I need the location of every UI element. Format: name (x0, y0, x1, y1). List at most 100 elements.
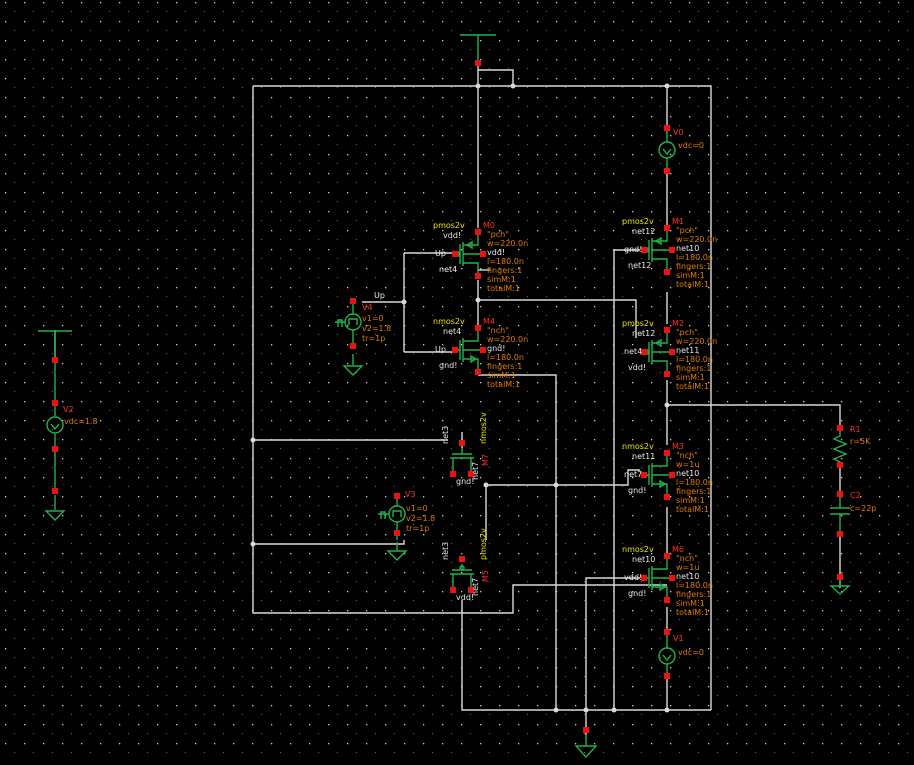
transistor-net: net11 (632, 452, 655, 461)
transistor-net: net11 (676, 346, 699, 355)
c2-inst: C2 (850, 491, 861, 500)
transistor-net: net7 (624, 470, 642, 479)
c2-param: c=22p (850, 504, 876, 513)
net-label-up: Up (374, 291, 385, 300)
transistor-cell: nmos2v (433, 317, 465, 326)
transistor-width: w=220.0n (487, 239, 528, 248)
transistor-model: "nch" (676, 451, 698, 460)
transistor-net: vdd! (628, 363, 646, 372)
transistor-cell: pmos2v (622, 217, 654, 226)
v2-inst: V2 (63, 405, 74, 414)
transistor-totalm: totalM:1 (676, 382, 709, 391)
transistor-inst: M0 (483, 221, 495, 230)
v1-param-vdc: vdc=0 (678, 648, 704, 657)
r1-inst: R1 (850, 425, 861, 434)
transistor-inst: M3 (672, 442, 684, 451)
transistor-simm: simM:1 (676, 496, 705, 505)
transistor-totalm: totalM:1 (676, 505, 709, 514)
transistor-net: Up (435, 249, 446, 258)
v3-param-tr: tr=1p (406, 524, 429, 533)
transistor-net: net4 (624, 347, 642, 356)
transistor-model: "nch" (487, 326, 509, 335)
transistor-cell: pmos2v (433, 221, 465, 230)
transistor-net: gnd! (439, 361, 457, 370)
transistor-net: net4 (443, 327, 461, 336)
transistor-net: gnd! (456, 477, 474, 486)
transistor-net: gnd! (628, 589, 646, 598)
transistor-net: gnd! (487, 344, 505, 353)
transistor-width: w=1u (676, 460, 699, 469)
transistor-length: l=180.0n (676, 355, 713, 364)
transistor-simm: simM:1 (676, 373, 705, 382)
transistor-net: vdd! (487, 248, 505, 257)
transistor-width: w=220.0n (487, 335, 528, 344)
v4-param-tr: tr=1p (362, 334, 385, 343)
schematic-drawing: V4 v1=0 v2=1.8 tr=1p V2 vdc=1.8 V0 vdc=0… (0, 0, 914, 761)
transistor-model: "pch" (676, 226, 698, 235)
transistor-length: l=180.0n (676, 581, 713, 590)
transistor-net: Up (435, 345, 446, 354)
transistor-cell: nmos2v (622, 545, 654, 554)
transistor-model: "nch" (676, 554, 698, 563)
schematic-canvas[interactable]: V4 v1=0 v2=1.8 tr=1p V2 vdc=1.8 V0 vdc=0… (0, 0, 914, 761)
v0-param-vdc: vdc=0 (678, 141, 704, 150)
transistor-inst: M7 (481, 454, 490, 466)
r1-param: r=5K (850, 437, 871, 446)
transistor-cell: pmos2v (622, 319, 654, 328)
transistor-fingers: fingers:1 (676, 487, 711, 496)
v3-param-v1: v1=0 (406, 504, 428, 513)
transistor-net: net3 (441, 426, 450, 444)
transistor-simm: simM:1 (676, 271, 705, 280)
transistor-cell: nmos2v (479, 412, 488, 444)
transistor-width: w=220.0n (676, 235, 717, 244)
grid-background-minor (0, 0, 914, 761)
transistor-totalm: totalM:1 (676, 280, 709, 289)
transistor-model: "pch" (676, 328, 698, 337)
transistor-net: net3 (441, 542, 450, 560)
transistor-simm: simM:1 (487, 275, 516, 284)
transistor-net: vdd! (624, 573, 642, 582)
transistor-fingers: fingers:1 (676, 590, 711, 599)
transistor-inst: M2 (672, 319, 684, 328)
transistor-fingers: fingers:1 (487, 362, 522, 371)
transistor-length: l=180.0n (487, 257, 524, 266)
transistor-fingers: fingers:1 (676, 262, 711, 271)
transistor-net: vdd! (443, 231, 461, 240)
transistor-cell: nmos2v (622, 442, 654, 451)
v2-param-vdc: vdc=1.8 (64, 417, 98, 426)
transistor-totalm: totalM:1 (487, 380, 520, 389)
transistor-net: net10 (676, 244, 699, 253)
transistor-totalm: totalM:1 (487, 284, 520, 293)
transistor-net: net4 (439, 265, 457, 274)
transistor-totalm: totalM:1 (676, 608, 709, 617)
transistor-inst: M4 (483, 317, 495, 326)
transistor-cell: pmos2v (479, 528, 488, 560)
transistor-net: gnd! (628, 486, 646, 495)
transistor-net: net10 (676, 572, 699, 581)
transistor-length: l=180.0n (487, 353, 524, 362)
transistor-net: net12 (632, 329, 655, 338)
transistor-width: w=220.0n (676, 337, 717, 346)
transistor-net: net10 (632, 555, 655, 564)
transistor-model: "pch" (487, 230, 509, 239)
transistor-length: l=180.0n (676, 253, 713, 262)
transistor-net: gnd! (624, 245, 642, 254)
transistor-simm: simM:1 (487, 371, 516, 380)
transistor-fingers: fingers:1 (487, 266, 522, 275)
v4-inst: V4 (362, 303, 373, 312)
v3-param-v2: v2=1.8 (406, 514, 435, 523)
v4-param-v1: v1=0 (362, 314, 384, 323)
transistor-inst: M5 (481, 570, 490, 582)
v4-param-v2: v2=1.8 (362, 324, 391, 333)
transistor-inst: M6 (672, 545, 684, 554)
transistor-net: net10 (676, 469, 699, 478)
transistor-length: l=180.0n (676, 478, 713, 487)
transistor-fingers: fingers:1 (676, 364, 711, 373)
v0-inst: V0 (673, 128, 684, 137)
v1-inst: V1 (673, 634, 684, 643)
transistor-net: vdd! (456, 593, 474, 602)
transistor-simm: simM:1 (676, 599, 705, 608)
transistor-net: net12 (632, 227, 655, 236)
transistor-width: w=1u (676, 563, 699, 572)
v3-inst: V3 (405, 490, 416, 499)
